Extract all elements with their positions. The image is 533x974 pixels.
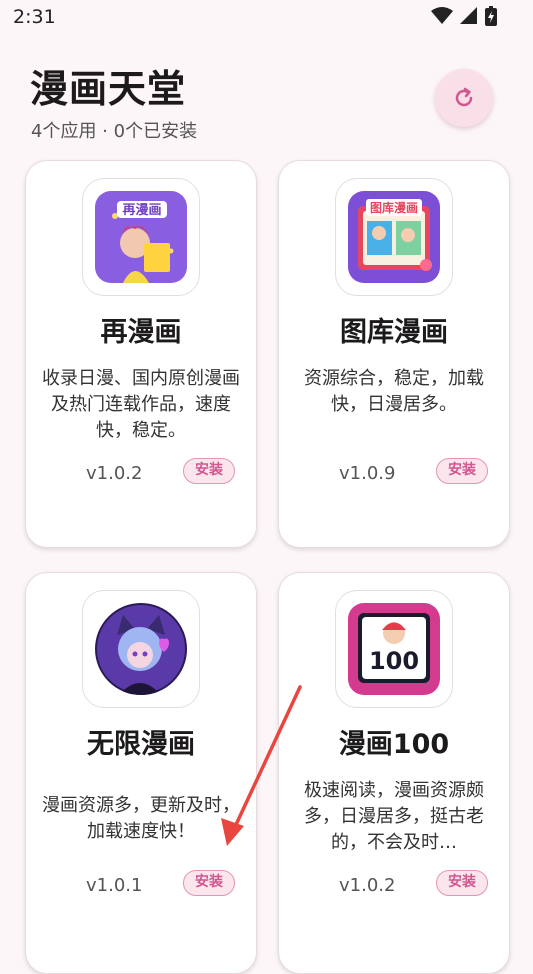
- page-title: 漫画天堂: [30, 67, 187, 111]
- app-description: 漫画资源多，更新及时，加载速度快！: [42, 795, 240, 842]
- svg-text:再漫画: 再漫画: [122, 202, 161, 218]
- wifi-icon: [431, 7, 453, 24]
- app-name: 无限漫画: [87, 729, 195, 760]
- refresh-button[interactable]: [435, 69, 493, 127]
- app-description: 收录日漫、国内原创漫画及热门连载作品，速度快，稳定。: [42, 368, 240, 441]
- app-version: v1.0.1: [86, 875, 143, 896]
- install-button[interactable]: 安装: [183, 870, 235, 896]
- app-card[interactable]: 图库漫画 图库漫画 资源综合，稳定，加载快，日漫居多。 v1.0.9 安装: [278, 160, 510, 548]
- refresh-icon: [455, 87, 473, 107]
- app-name: 图库漫画: [340, 317, 448, 348]
- app-icon-manhua100: 100: [348, 603, 440, 695]
- app-icon-tuku: 图库漫画: [348, 191, 440, 283]
- app-card[interactable]: 无限漫画 漫画资源多，更新及时，加载速度快！ v1.0.1 安装: [25, 572, 257, 974]
- app-icon-frame: 图库漫画: [335, 178, 453, 296]
- app-card[interactable]: 再漫画 再漫画 收录日漫、国内原创漫画及热门连载作品，速度快，稳定。 v1.0.…: [25, 160, 257, 548]
- install-button[interactable]: 安装: [436, 458, 488, 484]
- app-icon-frame: 再漫画: [82, 178, 200, 296]
- app-version: v1.0.9: [339, 463, 396, 484]
- app-icon-frame: [82, 590, 200, 708]
- status-time: 2:31: [13, 6, 56, 28]
- app-version: v1.0.2: [339, 875, 396, 896]
- install-summary: 4个应用 · 0个已安装: [31, 121, 198, 142]
- install-button[interactable]: 安装: [183, 458, 235, 484]
- status-bar: 2:31: [0, 0, 533, 36]
- svg-text:图库漫画: 图库漫画: [370, 200, 418, 215]
- app-name: 再漫画: [100, 317, 182, 348]
- app-description: 资源综合，稳定，加载快，日漫居多。: [304, 368, 484, 415]
- app-name: 漫画100: [338, 729, 450, 760]
- app-icon-frame: 100: [335, 590, 453, 708]
- app-card[interactable]: 100 漫画100 极速阅读，漫画资源颇多，日漫居多，挺古老的，不会及时… v1…: [278, 572, 510, 974]
- app-icon-wuxian: [95, 603, 187, 695]
- app-description: 极速阅读，漫画资源颇多，日漫居多，挺古老的，不会及时…: [304, 780, 484, 853]
- app-icon-zaimanhua: 再漫画: [95, 191, 187, 283]
- app-version: v1.0.2: [86, 463, 143, 484]
- svg-text:100: 100: [369, 647, 419, 675]
- battery-icon: [485, 6, 497, 26]
- install-button[interactable]: 安装: [436, 870, 488, 896]
- signal-icon: [460, 7, 477, 24]
- status-icons: [431, 6, 497, 26]
